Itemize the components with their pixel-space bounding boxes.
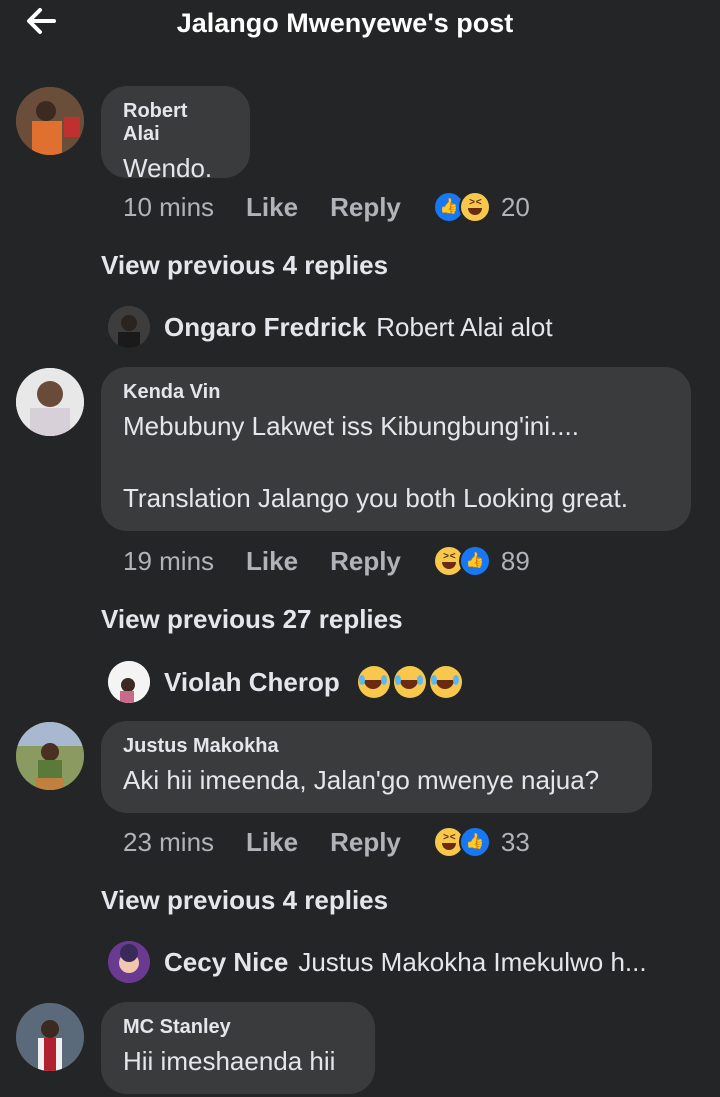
like-button[interactable]: Like <box>246 192 298 223</box>
comment-author[interactable]: Kenda Vin <box>123 381 669 404</box>
reply-button[interactable]: Reply <box>330 827 401 858</box>
comment-author[interactable]: Robert Alai <box>123 100 228 146</box>
comment-actions: 23 mins Like Reply 33 <box>123 822 530 862</box>
haha-icon <box>458 191 491 223</box>
comment-author[interactable]: Justus Makokha <box>123 735 630 758</box>
comment-time[interactable]: 23 mins <box>123 827 214 858</box>
comment-text: Aki hii imeenda, Jalan'go mwenye najua? <box>123 765 600 795</box>
comment-text: Wendo. <box>123 153 213 183</box>
view-previous-replies[interactable]: View previous 4 replies <box>101 250 388 281</box>
comment-text: Mebubuny Lakwet iss Kibungbung'ini.... T… <box>123 411 628 513</box>
reaction-summary[interactable] <box>432 545 491 577</box>
reaction-summary[interactable] <box>432 826 491 858</box>
reply-button[interactable]: Reply <box>330 192 401 223</box>
comment-bubble[interactable]: Kenda Vin Mebubuny Lakwet iss Kibungbung… <box>101 367 691 531</box>
comment-bubble[interactable]: Justus Makokha Aki hii imeenda, Jalan'go… <box>101 721 652 813</box>
view-previous-replies[interactable]: View previous 27 replies <box>101 604 403 635</box>
comment-actions: 19 mins Like Reply 89 <box>123 541 530 581</box>
comment-text: Hii imeshaenda hii <box>123 1046 336 1076</box>
reply-preview[interactable]: Ongaro Fredrick Robert Alai alot <box>108 305 553 349</box>
avatar <box>108 941 150 983</box>
crying-laughing-icon <box>357 666 390 698</box>
avatar[interactable] <box>16 368 84 436</box>
reply-text: Robert Alai alot <box>376 311 553 342</box>
comment-time[interactable]: 19 mins <box>123 546 214 577</box>
comment-bubble[interactable]: MC Stanley Hii imeshaenda hii <box>101 1002 375 1094</box>
reply-author[interactable]: Violah Cherop <box>164 667 340 698</box>
avatar[interactable] <box>16 87 84 155</box>
page-title: Jalango Mwenyewe's post <box>176 8 514 38</box>
top-bar: Jalango Mwenyewe's post <box>0 0 720 50</box>
reaction-summary[interactable] <box>432 191 491 223</box>
reaction-count: 89 <box>500 545 530 576</box>
reply-author[interactable]: Ongaro Fredrick <box>164 312 366 343</box>
like-icon <box>458 826 491 858</box>
avatar[interactable] <box>16 722 84 790</box>
crying-laughing-icon <box>429 666 462 698</box>
like-icon <box>458 545 491 577</box>
avatar[interactable] <box>16 1003 84 1071</box>
like-button[interactable]: Like <box>246 546 298 577</box>
comment-bubble[interactable]: Robert Alai Wendo. <box>101 86 250 183</box>
avatar <box>108 306 150 348</box>
avatar <box>108 661 150 703</box>
reply-author[interactable]: Cecy Nice <box>164 947 288 978</box>
reaction-count: 20 <box>500 191 530 222</box>
reply-emojis <box>356 666 462 698</box>
reply-button[interactable]: Reply <box>330 546 401 577</box>
crying-laughing-icon <box>393 666 426 698</box>
reply-text: Justus Makokha Imekulwo h... <box>298 946 647 977</box>
comment-author[interactable]: MC Stanley <box>123 1016 353 1039</box>
like-button[interactable]: Like <box>246 827 298 858</box>
view-previous-replies[interactable]: View previous 4 replies <box>101 885 388 916</box>
reply-preview[interactable]: Cecy Nice Justus Makokha Imekulwo h... <box>108 940 647 984</box>
comment-actions: 10 mins Like Reply 20 <box>123 187 530 227</box>
reaction-count: 33 <box>500 826 530 857</box>
comment-time[interactable]: 10 mins <box>123 192 214 223</box>
reply-preview[interactable]: Violah Cherop <box>108 660 462 704</box>
